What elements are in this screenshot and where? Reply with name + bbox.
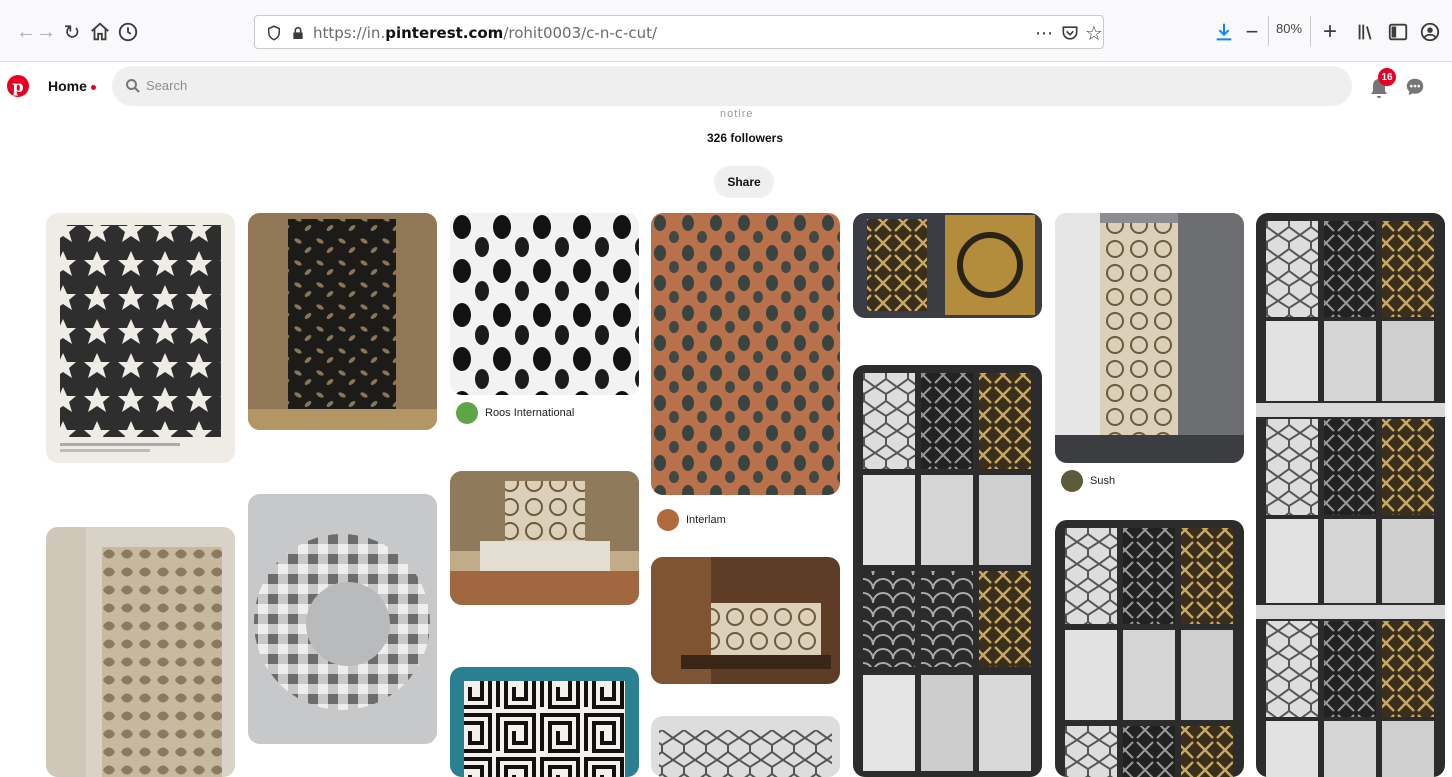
home-tab[interactable]: Home: [48, 78, 87, 94]
pin-image: [450, 667, 639, 777]
pinterest-logo-icon[interactable]: p: [7, 75, 29, 97]
pin-image: [46, 527, 235, 777]
followers-count[interactable]: 326 followers: [0, 131, 1452, 145]
pin-image: [651, 213, 840, 495]
reload-icon[interactable]: ↻: [60, 20, 84, 44]
pin-dark-floral-screen[interactable]: [248, 213, 437, 430]
roos-avatar: [456, 402, 478, 424]
search-input[interactable]: Search: [112, 66, 1352, 106]
pin-image: [248, 213, 437, 430]
page-actions-menu-icon[interactable]: ⋯: [1033, 22, 1055, 44]
library-icon[interactable]: [1354, 20, 1378, 44]
home-icon[interactable]: [88, 20, 112, 44]
pin-attribution[interactable]: Interlam: [657, 509, 726, 531]
pin-image: [853, 213, 1042, 318]
zoom-separator: [1310, 16, 1311, 46]
pinterest-header: p Home Search 16: [0, 62, 1452, 110]
pin-round-mirror[interactable]: [248, 494, 437, 744]
pin-attribution[interactable]: Sush: [1061, 470, 1115, 492]
pin-panel-catalog-tall[interactable]: [1256, 213, 1445, 777]
pin-white-holes-panel[interactable]: [450, 213, 639, 395]
search-placeholder: Search: [146, 78, 188, 93]
zoom-out-icon[interactable]: −: [1240, 19, 1264, 44]
zoom-separator: [1268, 16, 1269, 46]
url-text: https://in.pinterest.com/rohit0003/c-n-c…: [313, 24, 658, 42]
address-bar[interactable]: https://in.pinterest.com/rohit0003/c-n-c…: [254, 15, 1104, 49]
pin-image: [46, 213, 235, 463]
sush-avatar: [1061, 470, 1083, 492]
pin-image: [651, 557, 840, 684]
pin-lattice-counter[interactable]: [651, 557, 840, 684]
attribution-name: Sush: [1090, 475, 1116, 487]
pin-greek-key-panel[interactable]: [450, 667, 639, 777]
pin-image: [248, 494, 437, 744]
interlam-avatar: [657, 509, 679, 531]
board-name-partial: notire: [720, 108, 754, 120]
pin-panel-sketch[interactable]: [651, 716, 840, 777]
pin-attribution[interactable]: Roos International: [456, 402, 574, 424]
bookmark-star-icon[interactable]: ☆: [1083, 22, 1105, 45]
pin-image: [450, 213, 639, 395]
forward-arrow-icon[interactable]: →: [34, 20, 58, 44]
pin-gold-floral-panels[interactable]: [853, 213, 1042, 318]
browser-toolbar: ← → ↻ https://in.pinterest.com/rohit0003…: [0, 0, 1452, 62]
notifications-badge: 16: [1378, 68, 1396, 86]
pin-panel-catalog-2[interactable]: [1055, 520, 1244, 777]
pin-image: [1055, 520, 1244, 777]
history-icon[interactable]: [116, 20, 140, 44]
zoom-level[interactable]: 80%: [1276, 21, 1302, 36]
pin-white-screen-room[interactable]: [1055, 213, 1244, 463]
pin-leaf-wall-panel[interactable]: [46, 527, 235, 777]
messages-icon[interactable]: [1404, 76, 1426, 98]
pin-image: [853, 365, 1042, 777]
pin-image: [450, 471, 639, 605]
share-button[interactable]: Share: [714, 166, 774, 198]
zoom-in-icon[interactable]: +: [1318, 18, 1342, 45]
attribution-name: Roos International: [485, 407, 575, 419]
sidebar-icon[interactable]: [1386, 20, 1410, 44]
home-indicator-dot: [91, 85, 96, 90]
download-icon[interactable]: [1212, 20, 1236, 44]
pin-image: [651, 716, 840, 777]
search-icon: [126, 79, 140, 93]
pin-bedroom-screen[interactable]: [450, 471, 639, 605]
lock-icon[interactable]: [287, 22, 309, 44]
shield-icon[interactable]: [263, 22, 285, 44]
account-icon[interactable]: [1418, 20, 1442, 44]
pin-image: [1256, 213, 1445, 777]
pocket-icon[interactable]: [1059, 22, 1081, 44]
pin-star-lattice-panel[interactable]: [46, 213, 235, 463]
pin-panel-catalog-1[interactable]: [853, 365, 1042, 777]
pin-copper-holes-panel[interactable]: [651, 213, 840, 495]
attribution-name: Interlam: [686, 514, 726, 526]
pin-image: [1055, 213, 1244, 463]
